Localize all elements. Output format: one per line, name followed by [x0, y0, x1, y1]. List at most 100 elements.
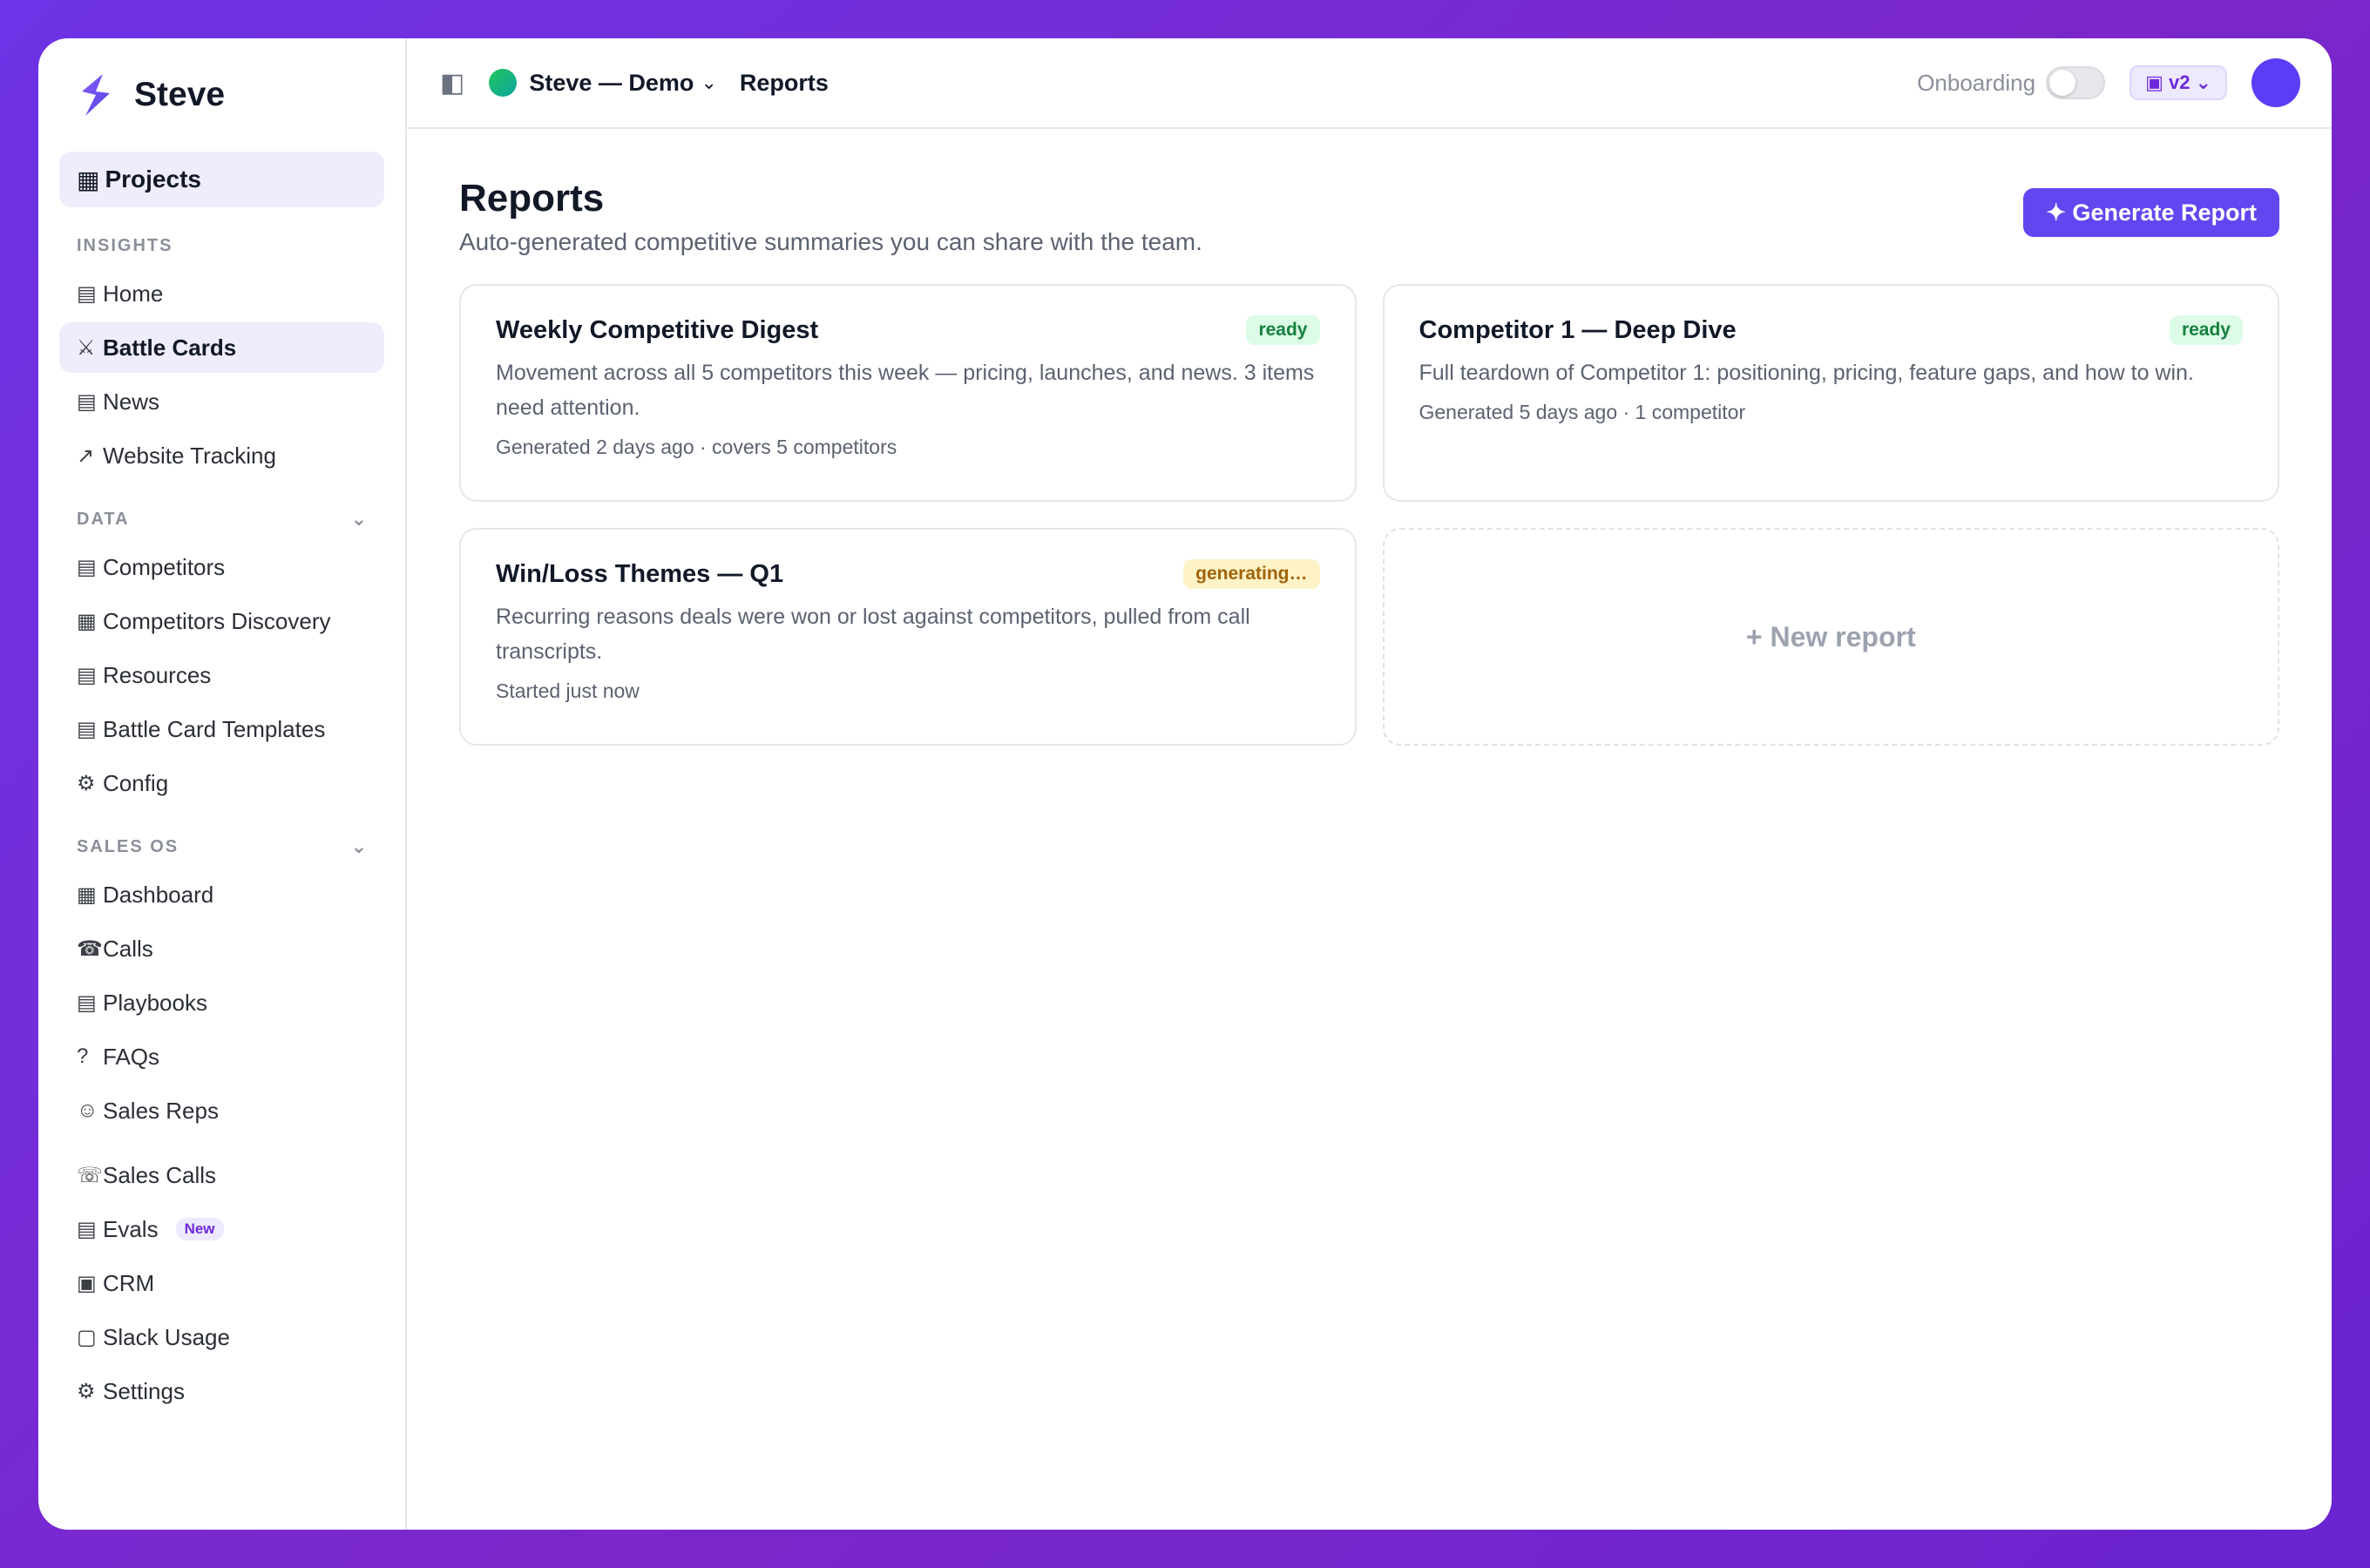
- sidebar-item-label: Calls: [103, 935, 153, 962]
- projects-button[interactable]: ▦ Projects: [59, 152, 384, 207]
- dashboard-icon: ▦: [77, 882, 97, 907]
- report-description: Movement across all 5 competitors this w…: [496, 361, 1315, 420]
- report-grid: Weekly Competitive Digest ready Movement a…: [459, 284, 2279, 746]
- sidebar-item-evals[interactable]: ▤ Evals New: [59, 1204, 384, 1254]
- page-title: Reports: [459, 177, 605, 220]
- sidebar-item-settings[interactable]: ⚙ Settings: [59, 1366, 384, 1416]
- onboarding-label: Onboarding: [1917, 69, 2036, 96]
- report-title: Weekly Competitive Digest: [496, 315, 819, 344]
- report-meta: Generated 5 days ago · 1 competitor: [1419, 401, 1746, 423]
- resources-icon: ▤: [77, 663, 97, 687]
- calls-icon: ☎: [77, 936, 103, 961]
- section-sales-os-label: SALES OS: [77, 836, 179, 856]
- sidebar-item-config[interactable]: ⚙ Config: [59, 758, 384, 808]
- sidebar-item-faqs[interactable]: ? FAQs: [59, 1031, 384, 1082]
- section-sales-os[interactable]: SALES OS ⌄: [59, 831, 384, 862]
- status-badge: ready: [1246, 315, 1320, 345]
- main-area: ◧ Steve — Demo ⌄ Reports Onboarding ▣ v2…: [407, 38, 2332, 1530]
- sidebar-item-battle-cards[interactable]: ⚔ Battle Cards: [59, 322, 384, 373]
- sidebar-item-label: Resources: [103, 661, 212, 688]
- report-card[interactable]: Win/Loss Themes — Q1 generating… Recurring…: [459, 528, 1357, 746]
- sidebar-item-label: FAQs: [103, 1043, 160, 1070]
- section-data-label: DATA: [77, 509, 130, 529]
- report-title: Win/Loss Themes — Q1: [496, 559, 784, 588]
- sidebar-item-battle-card-templates[interactable]: ▤ Battle Card Templates: [59, 704, 384, 754]
- sidebar-item-dashboard[interactable]: ▦ Dashboard: [59, 869, 384, 920]
- report-description: Recurring reasons deals were won or lost…: [496, 605, 1250, 664]
- slack-usage-icon: ▢: [77, 1325, 97, 1349]
- report-meta: Generated 2 days ago · covers 5 competit…: [496, 436, 897, 458]
- panel-toggle-icon[interactable]: ◧: [440, 68, 464, 98]
- crm-icon: ▣: [77, 1271, 97, 1295]
- sidebar-item-news[interactable]: ▤ News: [59, 376, 384, 427]
- sidebar-item-label: Slack Usage: [103, 1323, 230, 1350]
- sidebar-item-playbooks[interactable]: ▤ Playbooks: [59, 977, 384, 1028]
- sidebar-item-label: Dashboard: [103, 881, 214, 908]
- battle-card-templates-icon: ▤: [77, 717, 97, 741]
- sidebar-item-home[interactable]: ▤ Home: [59, 268, 384, 319]
- chevron-down-icon[interactable]: ⌄: [351, 835, 367, 858]
- brand-name: Steve: [134, 76, 226, 113]
- settings-icon: ⚙: [77, 1379, 96, 1403]
- sidebar-item-sales-calls[interactable]: ☏ Sales Calls: [59, 1150, 384, 1200]
- section-insights-label: INSIGHTS: [77, 235, 173, 255]
- sidebar-item-calls[interactable]: ☎ Calls: [59, 923, 384, 974]
- sales-calls-icon: ☏: [77, 1163, 104, 1187]
- sidebar-item-label: Competitors: [103, 553, 226, 580]
- sidebar-item-label: Evals: [103, 1215, 159, 1242]
- section-insights: INSIGHTS: [59, 230, 384, 261]
- chevron-down-icon[interactable]: ⌄: [351, 508, 367, 531]
- sidebar-item-label: Sales Reps: [103, 1097, 219, 1124]
- sidebar: Steve ▦ Projects INSIGHTS ▤ Home ⚔ Battle C…: [38, 38, 407, 1530]
- sidebar-item-label: Battle Card Templates: [103, 715, 326, 742]
- brand-logo-icon: [82, 74, 110, 116]
- app-window: Steve ▦ Projects INSIGHTS ▤ Home ⚔ Battle C…: [38, 38, 2332, 1530]
- sidebar-item-label: Playbooks: [103, 989, 207, 1016]
- onboarding-toggle[interactable]: [2046, 66, 2106, 99]
- new-badge: New: [175, 1218, 224, 1240]
- evals-icon: ▤: [77, 1217, 97, 1241]
- report-card[interactable]: Competitor 1 — Deep Dive ready Full teardo…: [1382, 284, 2279, 502]
- sidebar-item-competitors[interactable]: ▤ Competitors: [59, 542, 384, 592]
- brand[interactable]: Steve: [59, 38, 384, 152]
- report-title: Competitor 1 — Deep Dive: [1419, 315, 1737, 344]
- report-description: Full teardown of Competitor 1: positioni…: [1419, 361, 2194, 385]
- new-report-button[interactable]: + New report: [1382, 528, 2279, 746]
- competitors-discovery-icon: ▦: [77, 609, 97, 633]
- sidebar-item-label: Sales Calls: [103, 1161, 217, 1188]
- sidebar-item-label: Config: [103, 769, 169, 796]
- projects-label: Projects: [105, 166, 201, 193]
- config-icon: ⚙: [77, 771, 96, 795]
- avatar[interactable]: [2252, 58, 2300, 107]
- sidebar-item-sales-reps[interactable]: ☺ Sales Reps: [59, 1085, 384, 1136]
- status-badge: ready: [2169, 315, 2243, 345]
- faqs-icon: ?: [77, 1044, 89, 1068]
- news-icon: ▤: [77, 389, 97, 414]
- generate-report-button[interactable]: ✦ Generate Report: [2023, 188, 2279, 237]
- sidebar-item-label: News: [103, 388, 160, 415]
- chevron-down-icon[interactable]: ⌄: [701, 71, 716, 94]
- report-meta: Started just now: [496, 679, 640, 702]
- sales-reps-icon: ☺: [77, 1098, 98, 1122]
- sidebar-item-crm[interactable]: ▣ CRM: [59, 1258, 384, 1308]
- sidebar-item-label: Settings: [103, 1377, 185, 1404]
- reports-content: Reports Auto-generated competitive summa…: [407, 129, 2332, 746]
- sidebar-item-resources[interactable]: ▤ Resources: [59, 650, 384, 700]
- sidebar-item-competitors-discovery[interactable]: ▦ Competitors Discovery: [59, 596, 384, 646]
- sidebar-item-slack-usage[interactable]: ▢ Slack Usage: [59, 1312, 384, 1362]
- competitors-icon: ▤: [77, 555, 97, 579]
- sidebar-item-website-tracking[interactable]: ↗ Website Tracking: [59, 430, 384, 481]
- website-tracking-icon: ↗: [77, 443, 95, 468]
- sidebar-item-label: Website Tracking: [103, 442, 276, 469]
- workspace-switcher[interactable]: Steve — Demo: [529, 70, 694, 97]
- section-data[interactable]: DATA ⌄: [59, 504, 384, 535]
- workspace-avatar: [489, 69, 518, 97]
- page-subtitle: Auto-generated competitive summaries you…: [459, 228, 1202, 255]
- report-card[interactable]: Weekly Competitive Digest ready Movement a…: [459, 284, 1357, 502]
- sidebar-item-label: Competitors Discovery: [103, 607, 331, 634]
- breadcrumb[interactable]: Reports: [740, 70, 829, 97]
- version-select[interactable]: ▣ v2 ⌄: [2130, 65, 2227, 100]
- sidebar-item-label: CRM: [103, 1269, 155, 1296]
- battle-cards-icon: ⚔: [77, 335, 96, 360]
- home-icon: ▤: [77, 281, 97, 306]
